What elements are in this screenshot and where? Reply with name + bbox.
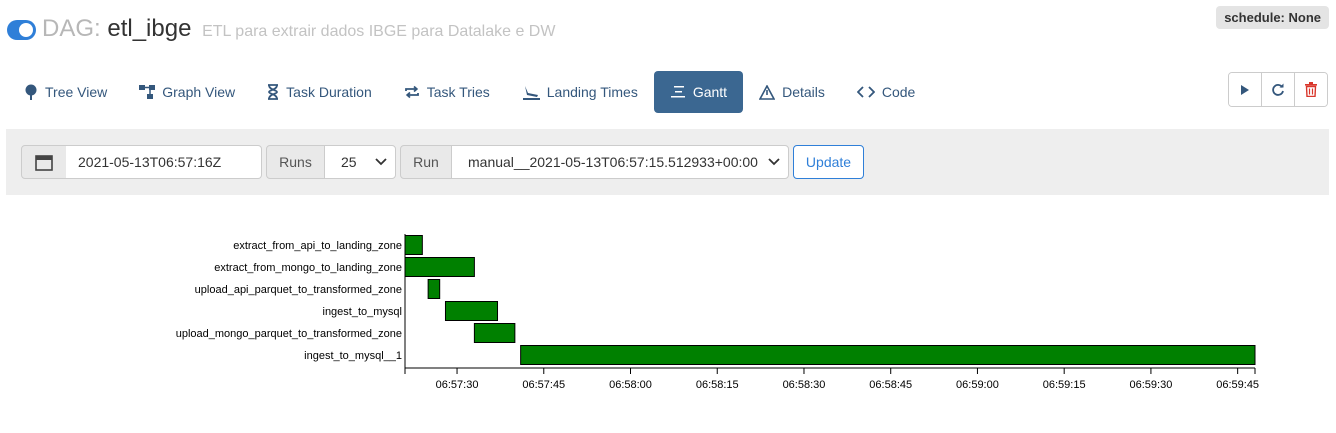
tab-label: Details <box>782 84 825 100</box>
x-tick-label: 06:59:30 <box>1130 379 1173 391</box>
task-bar[interactable] <box>444 301 499 321</box>
play-icon <box>1241 84 1249 95</box>
trigger-dag-button[interactable] <box>1229 73 1262 106</box>
dag-title: DAG: etl_ibge ETL para extrair dados IBG… <box>42 15 555 43</box>
calendar-icon <box>35 154 53 171</box>
base-date-input[interactable]: 2021-05-13T06:57:16Z <box>66 145 262 179</box>
x-tick-label: 06:59:45 <box>1216 379 1259 391</box>
tab-landing-times[interactable]: Landing Times <box>506 71 654 113</box>
tab-graph-view[interactable]: Graph View <box>123 71 251 113</box>
task-bar[interactable] <box>427 279 441 299</box>
tab-label: Task Duration <box>286 84 372 100</box>
task-label: ingest_to_mysql__1 <box>304 350 402 362</box>
update-button[interactable]: Update <box>793 145 864 179</box>
chevron-down-icon <box>768 158 780 166</box>
task-label: upload_mongo_parquet_to_transformed_zone <box>176 328 402 340</box>
tab-label: Tree View <box>45 84 108 100</box>
chevron-down-icon <box>375 158 387 166</box>
trash-icon <box>1305 82 1317 97</box>
tab-gantt[interactable]: Gantt <box>653 71 744 113</box>
gantt-chart: extract_from_api_to_landing_zone extract_… <box>176 234 1259 391</box>
graph-icon <box>139 85 156 99</box>
task-label: extract_from_api_to_landing_zone <box>233 240 402 252</box>
warning-triangle-icon <box>759 84 776 100</box>
run-label: Run <box>400 145 452 179</box>
hourglass-icon <box>268 84 279 100</box>
task-bar[interactable] <box>520 345 1256 365</box>
x-tick-label: 06:58:00 <box>609 379 652 391</box>
dag-actions <box>1228 72 1328 107</box>
x-tick-label: 06:58:15 <box>696 379 739 391</box>
schedule-badge: schedule: None <box>1216 6 1329 29</box>
x-tick-label: 06:57:30 <box>436 379 479 391</box>
dag-description: ETL para extrair dados IBGE para Datalak… <box>202 23 556 40</box>
task-bar[interactable] <box>404 257 475 277</box>
x-tick-label: 06:59:15 <box>1043 379 1086 391</box>
run-select[interactable]: manual__2021-05-13T06:57:15.512933+00:00 <box>451 145 789 179</box>
x-tick-label: 06:59:00 <box>956 379 999 391</box>
dag-pause-toggle[interactable] <box>7 20 36 40</box>
tab-label: Landing Times <box>546 84 638 100</box>
x-tick-label: 06:58:45 <box>869 379 912 391</box>
tree-icon <box>25 84 37 100</box>
tab-tree-view[interactable]: Tree View <box>8 71 123 113</box>
task-bar[interactable] <box>473 323 516 343</box>
task-label: upload_api_parquet_to_transformed_zone <box>195 284 402 296</box>
tab-label: Graph View <box>162 84 236 100</box>
tab-task-duration[interactable]: Task Duration <box>251 71 388 113</box>
tab-label: Code <box>881 84 916 100</box>
refresh-icon <box>1272 83 1284 96</box>
calendar-button[interactable] <box>21 145 67 179</box>
refresh-button[interactable] <box>1262 73 1295 106</box>
run-value: manual__2021-05-13T06:57:15.512933+00:00 <box>468 154 758 170</box>
repeat-icon <box>404 85 419 99</box>
view-tabs: Tree View Graph View Task Duration Task … <box>8 71 931 113</box>
plane-landing-icon <box>522 86 540 100</box>
runs-label: Runs <box>266 145 325 179</box>
tab-label: Gantt <box>692 84 728 100</box>
runs-select[interactable]: 25 <box>324 145 396 179</box>
task-label: extract_from_mongo_to_landing_zone <box>214 262 402 274</box>
dag-id: etl_ibge <box>107 15 192 42</box>
tab-code[interactable]: Code <box>841 71 931 113</box>
x-tick-label: 06:58:30 <box>783 379 826 391</box>
runs-value: 25 <box>341 154 357 170</box>
tab-details[interactable]: Details <box>743 71 841 113</box>
code-icon <box>856 86 875 98</box>
gantt-filter-bar: 2021-05-13T06:57:16Z Runs 25 Run manual_… <box>6 129 1329 195</box>
dag-label: DAG: <box>42 15 101 42</box>
delete-dag-button[interactable] <box>1295 73 1327 106</box>
tab-task-tries[interactable]: Task Tries <box>388 71 506 113</box>
tab-label: Task Tries <box>426 84 490 100</box>
x-tick-label: 06:57:45 <box>522 379 565 391</box>
gantt-icon <box>670 86 685 98</box>
task-bar[interactable] <box>404 235 423 255</box>
task-label: ingest_to_mysql <box>323 306 403 318</box>
